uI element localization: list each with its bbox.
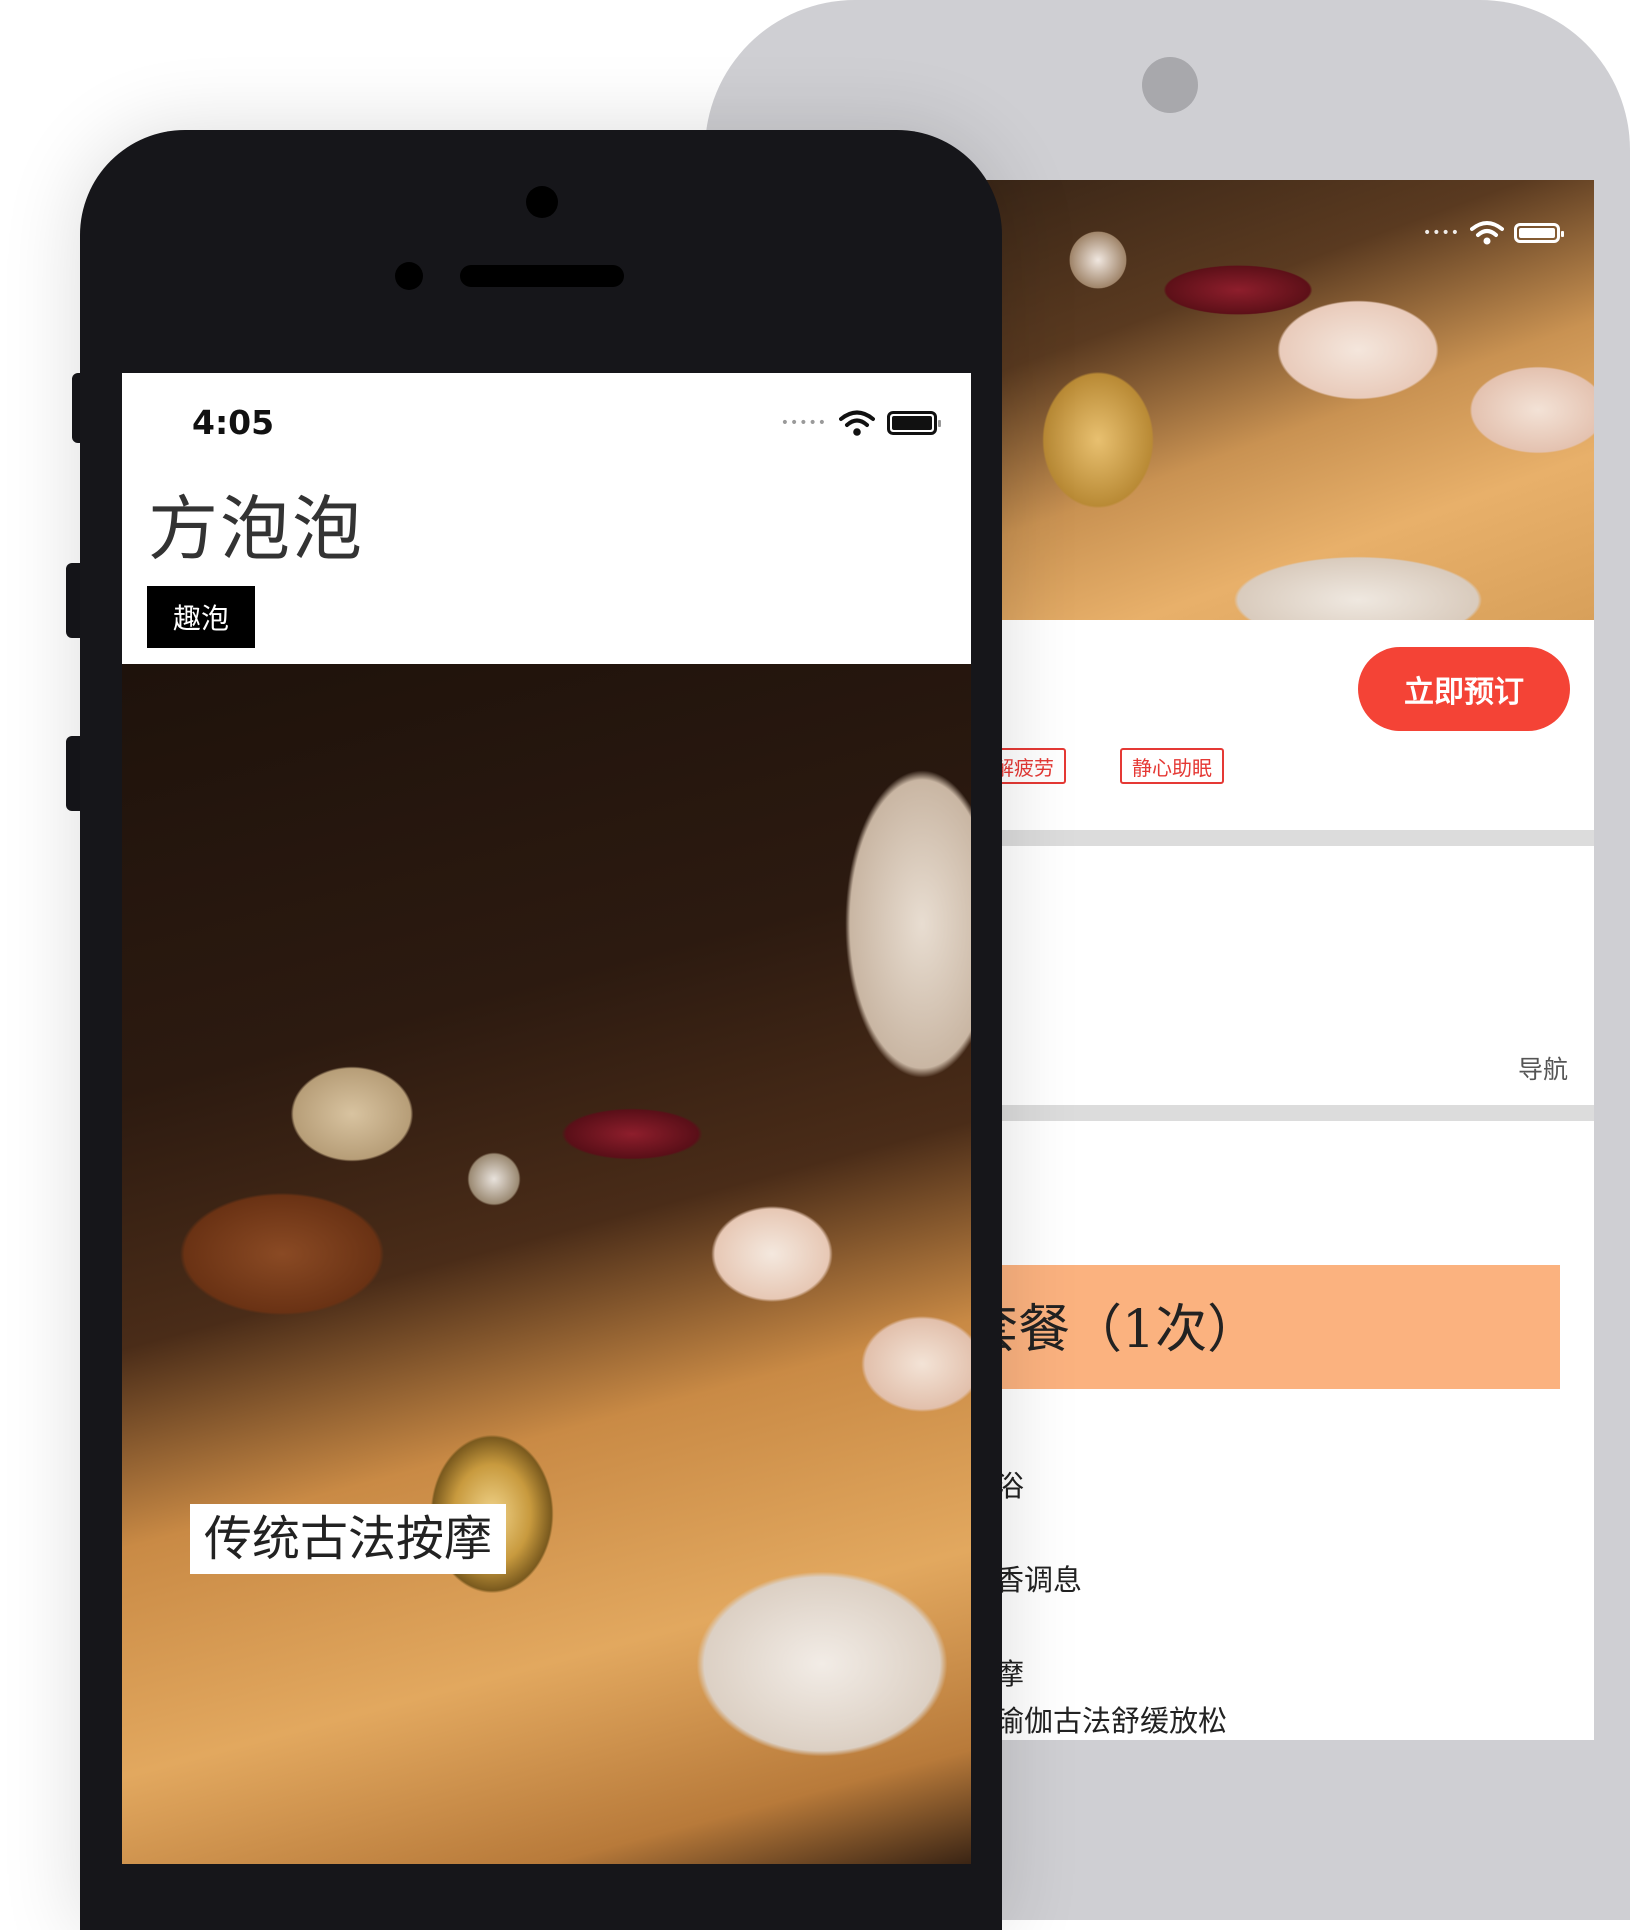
back-phone-camera bbox=[1142, 57, 1198, 113]
battery-icon bbox=[887, 411, 941, 435]
service-item: 芳香调息 bbox=[978, 1563, 1083, 1597]
tag-calm-sleep: 静心助眠 bbox=[1120, 748, 1224, 784]
wifi-icon bbox=[1470, 221, 1504, 245]
service-item: 沐浴 bbox=[978, 1463, 1227, 1510]
book-now-button[interactable]: 立即预订 bbox=[1358, 647, 1570, 731]
back-status-bar: •••• bbox=[1422, 220, 1564, 246]
earpiece-speaker bbox=[460, 265, 624, 287]
service-item-list: 沐浴 礼 芳香调息 线 按摩 部瑜伽古法舒缓放松 bbox=[978, 1463, 1227, 1740]
service-item: 按摩 bbox=[978, 1651, 1227, 1698]
service-item: 线 bbox=[978, 1604, 1227, 1651]
package-header: 套餐（1次） bbox=[978, 1265, 1560, 1389]
hero-image[interactable] bbox=[122, 664, 971, 1864]
section-divider bbox=[978, 1105, 1594, 1121]
app-title: 方泡泡 bbox=[148, 488, 364, 570]
proximity-sensor bbox=[395, 262, 423, 290]
battery-icon bbox=[1514, 223, 1564, 243]
category-chip[interactable]: 趣泡 bbox=[147, 586, 255, 648]
section-divider bbox=[978, 830, 1594, 846]
product-photo bbox=[978, 180, 1594, 620]
signal-dots-icon: ••••• bbox=[780, 415, 827, 431]
front-camera bbox=[526, 186, 558, 218]
package-title: 套餐（1次） bbox=[978, 1300, 1260, 1360]
front-phone-screen: 4:05 ••••• 方泡泡 趣泡 传统古法按摩 bbox=[122, 373, 971, 1864]
status-time: 4:05 bbox=[192, 403, 275, 442]
back-phone-screen: •••• 立即预订 缓解疲劳 静心助眠 苑 导航 套餐（1次） 沐浴 礼 芳香调… bbox=[978, 180, 1594, 1740]
service-item: 部瑜伽古法舒缓放松 bbox=[978, 1704, 1228, 1738]
hero-caption: 传统古法按摩 bbox=[190, 1504, 507, 1574]
signal-dots-icon: •••• bbox=[1422, 225, 1460, 241]
service-item: 礼 bbox=[978, 1510, 1227, 1557]
wifi-icon bbox=[839, 410, 875, 436]
status-indicators: ••••• bbox=[780, 409, 941, 437]
navigate-link[interactable]: 导航 bbox=[1518, 1050, 1568, 1086]
